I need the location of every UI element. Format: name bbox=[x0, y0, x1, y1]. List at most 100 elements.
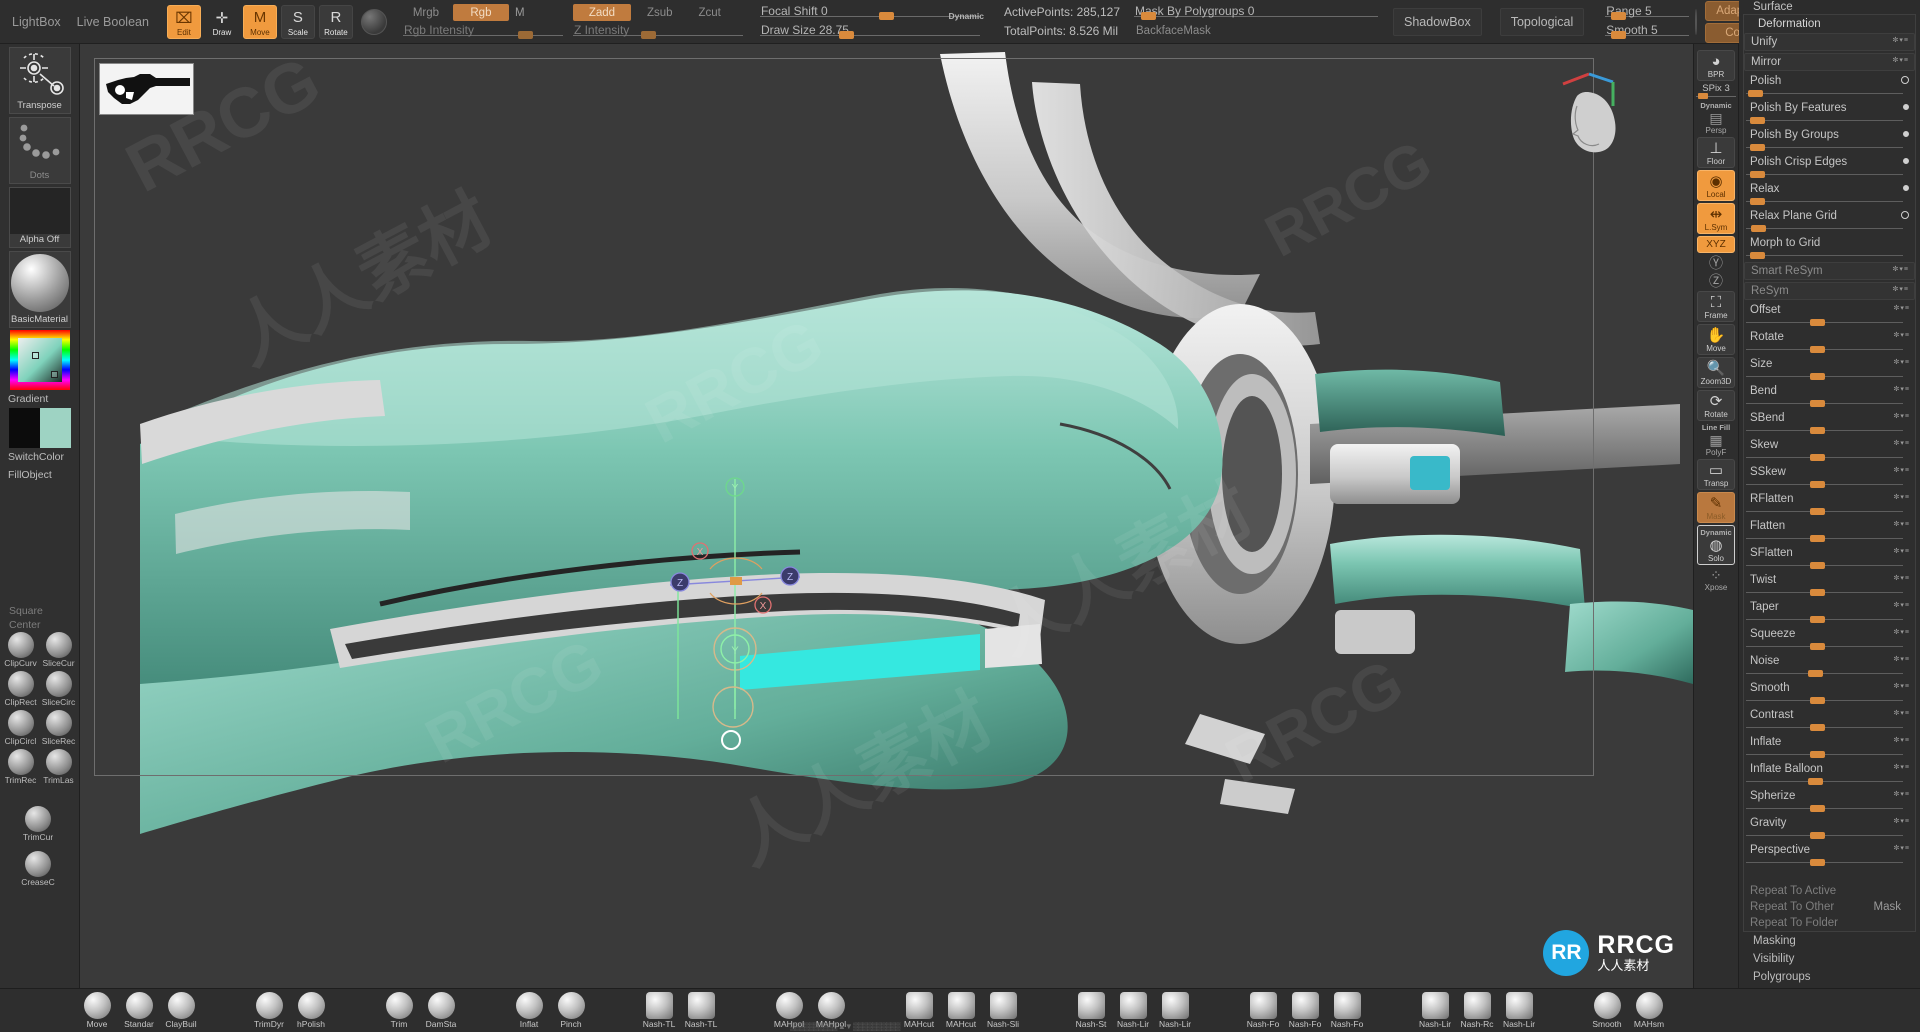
slider-knob[interactable] bbox=[1810, 373, 1825, 380]
deformation-slider-polish[interactable]: Polish bbox=[1744, 73, 1915, 89]
slider-track-gravity[interactable] bbox=[1746, 831, 1913, 840]
slider-radio-toggle[interactable] bbox=[1903, 104, 1909, 110]
tool-slice-circle[interactable]: SliceCirc bbox=[40, 671, 78, 708]
deformation-slider-taper[interactable]: Taper ✼▾≡ bbox=[1744, 599, 1915, 615]
slider-track-bend[interactable] bbox=[1746, 399, 1913, 408]
viewport-canvas[interactable]: Y X X Z Z Y 人人素材 RRCG 人人素材 RR bbox=[80, 44, 1693, 988]
deformation-slider-skew[interactable]: Skew ✼▾≡ bbox=[1744, 437, 1915, 453]
edit-mode-button[interactable]: ⌧ Edit bbox=[166, 5, 201, 39]
slider-knob[interactable] bbox=[1810, 805, 1825, 812]
slider-track-twist[interactable] bbox=[1746, 588, 1913, 597]
slider-axis-toggles[interactable]: ✼▾≡ bbox=[1894, 790, 1910, 798]
brush-nash-lir[interactable]: Nash-Lir bbox=[1414, 991, 1456, 1030]
slider-knob[interactable] bbox=[1808, 670, 1823, 677]
slider-track-sbend[interactable] bbox=[1746, 426, 1913, 435]
slider-axis-toggles[interactable]: ✼▾≡ bbox=[1894, 655, 1910, 663]
color-picker-field[interactable] bbox=[17, 338, 62, 382]
tool-slice-curve[interactable]: SliceCur bbox=[40, 632, 78, 669]
tool-thumbnail[interactable] bbox=[99, 63, 194, 115]
slider-knob[interactable] bbox=[1810, 859, 1825, 866]
repeat-repeat-to-folder[interactable]: Repeat To Folder bbox=[1744, 915, 1915, 931]
slider-knob[interactable] bbox=[1750, 117, 1765, 124]
rgb-intensity-knob[interactable] bbox=[518, 31, 534, 39]
smooth-knob[interactable] bbox=[1611, 30, 1627, 39]
tool-trim-lasso[interactable]: TrimLas bbox=[40, 749, 78, 786]
color-marker-primary[interactable] bbox=[31, 352, 39, 359]
deformation-slider-polish-by-features[interactable]: Polish By Features bbox=[1744, 100, 1915, 116]
persp-button[interactable]: Dynamic ▤ Persp bbox=[1697, 101, 1735, 135]
deformation-slider-twist[interactable]: Twist ✼▾≡ bbox=[1744, 572, 1915, 588]
slider-track-size[interactable] bbox=[1746, 372, 1913, 381]
repeat-repeat-to-other[interactable]: Repeat To Other Mask bbox=[1744, 899, 1915, 915]
slider-track-taper[interactable] bbox=[1746, 615, 1913, 624]
tool-clip-circle[interactable]: ClipCircl bbox=[2, 710, 40, 747]
slider-track-relax-plane-grid[interactable] bbox=[1746, 224, 1913, 233]
scale-mode-button[interactable]: S Scale bbox=[280, 5, 315, 39]
slider-knob[interactable] bbox=[1808, 778, 1823, 785]
slider-knob[interactable] bbox=[1810, 319, 1825, 326]
brush-move[interactable]: Move bbox=[76, 991, 118, 1030]
brush-nash-lir[interactable]: Nash-Lir bbox=[1112, 991, 1154, 1030]
brush-nash-lir[interactable]: Nash-Lir bbox=[1154, 991, 1196, 1030]
move-mode-button[interactable]: M Move bbox=[242, 5, 277, 39]
deformation-slider-gravity[interactable]: Gravity ✼▾≡ bbox=[1744, 815, 1915, 831]
focal-shift-knob[interactable] bbox=[878, 12, 894, 20]
slider-track-squeeze[interactable] bbox=[1746, 642, 1913, 651]
deformation-slider-sbend[interactable]: SBend ✼▾≡ bbox=[1744, 410, 1915, 426]
slider-knob[interactable] bbox=[1810, 697, 1825, 704]
deformation-slider-contrast[interactable]: Contrast ✼▾≡ bbox=[1744, 707, 1915, 723]
brush-nash-fo[interactable]: Nash-Fo bbox=[1326, 991, 1368, 1030]
lsym-button[interactable]: ⇹ L.Sym bbox=[1697, 203, 1735, 234]
deformation-slider-offset[interactable]: Offset ✼▾≡ bbox=[1744, 302, 1915, 318]
deformation-button-resym[interactable]: ReSym ✼▾≡ bbox=[1744, 282, 1915, 300]
slider-axis-toggles[interactable]: ✼▾≡ bbox=[1894, 763, 1910, 771]
deformation-button-smart-resym[interactable]: Smart ReSym ✼▾≡ bbox=[1744, 262, 1915, 280]
deformation-slider-sskew[interactable]: SSkew ✼▾≡ bbox=[1744, 464, 1915, 480]
button-modifier-icon[interactable]: ✼▾≡ bbox=[1893, 56, 1909, 64]
deformation-slider-flatten[interactable]: Flatten ✼▾≡ bbox=[1744, 518, 1915, 534]
fill-object-button[interactable]: FillObject bbox=[0, 466, 79, 484]
crease-curve-tool[interactable]: CreaseC bbox=[0, 851, 76, 888]
live-boolean-button[interactable]: Live Boolean bbox=[69, 0, 157, 43]
deformation-slider-sflatten[interactable]: SFlatten ✼▾≡ bbox=[1744, 545, 1915, 561]
brush-trimdyr[interactable]: TrimDyr bbox=[248, 991, 290, 1030]
slider-track-polish[interactable] bbox=[1746, 89, 1913, 98]
slider-radio-toggle[interactable] bbox=[1901, 76, 1909, 84]
tool-clip-rect[interactable]: ClipRect bbox=[2, 671, 40, 708]
slider-track-inflate-balloon[interactable] bbox=[1746, 777, 1913, 786]
deformation-slider-perspective[interactable]: Perspective ✼▾≡ bbox=[1744, 842, 1915, 858]
slider-knob[interactable] bbox=[1810, 346, 1825, 353]
slider-track-polish-crisp-edges[interactable] bbox=[1746, 170, 1913, 179]
range-slider[interactable]: Range 5 bbox=[1605, 4, 1690, 21]
slider-knob[interactable] bbox=[1810, 535, 1825, 542]
slider-knob[interactable] bbox=[1750, 252, 1765, 259]
slider-axis-toggles[interactable]: ✼▾≡ bbox=[1894, 520, 1910, 528]
brush-mahsm[interactable]: MAHsm bbox=[1628, 991, 1670, 1030]
lightbox-button[interactable]: LightBox bbox=[4, 0, 69, 43]
brush-damsta[interactable]: DamSta bbox=[420, 991, 462, 1030]
brush-nash-lir[interactable]: Nash-Lir bbox=[1498, 991, 1540, 1030]
local-button[interactable]: ◉ Local bbox=[1697, 170, 1735, 201]
smooth-slider[interactable]: Smooth 5 bbox=[1605, 23, 1690, 40]
deformation-slider-size[interactable]: Size ✼▾≡ bbox=[1744, 356, 1915, 372]
draw-size-knob[interactable] bbox=[839, 30, 855, 39]
spix-knob[interactable] bbox=[1698, 93, 1709, 99]
slider-knob[interactable] bbox=[1810, 643, 1825, 650]
m-toggle[interactable]: M bbox=[513, 7, 527, 19]
slider-track-rflatten[interactable] bbox=[1746, 507, 1913, 516]
slider-track-skew[interactable] bbox=[1746, 453, 1913, 462]
slider-track-sflatten[interactable] bbox=[1746, 561, 1913, 570]
slider-axis-toggles[interactable]: ✼▾≡ bbox=[1894, 736, 1910, 744]
brush-nash-st[interactable]: Nash-St bbox=[1070, 991, 1112, 1030]
slider-track-relax[interactable] bbox=[1746, 197, 1913, 206]
deformation-slider-squeeze[interactable]: Squeeze ✼▾≡ bbox=[1744, 626, 1915, 642]
rgb-toggle[interactable]: Rgb bbox=[452, 4, 509, 21]
frame-button[interactable]: ⛶ Frame bbox=[1697, 291, 1735, 322]
slider-axis-toggles[interactable]: ✼▾≡ bbox=[1894, 709, 1910, 717]
deformation-slider-rotate[interactable]: Rotate ✼▾≡ bbox=[1744, 329, 1915, 345]
deformation-button-unify[interactable]: Unify ✼▾≡ bbox=[1744, 33, 1915, 51]
deformation-slider-noise[interactable]: Noise ✼▾≡ bbox=[1744, 653, 1915, 669]
button-modifier-icon[interactable]: ✼▾≡ bbox=[1893, 36, 1909, 44]
slider-axis-toggles[interactable]: ✼▾≡ bbox=[1894, 358, 1910, 366]
spix-slider[interactable]: SPix 3 bbox=[1696, 83, 1736, 99]
